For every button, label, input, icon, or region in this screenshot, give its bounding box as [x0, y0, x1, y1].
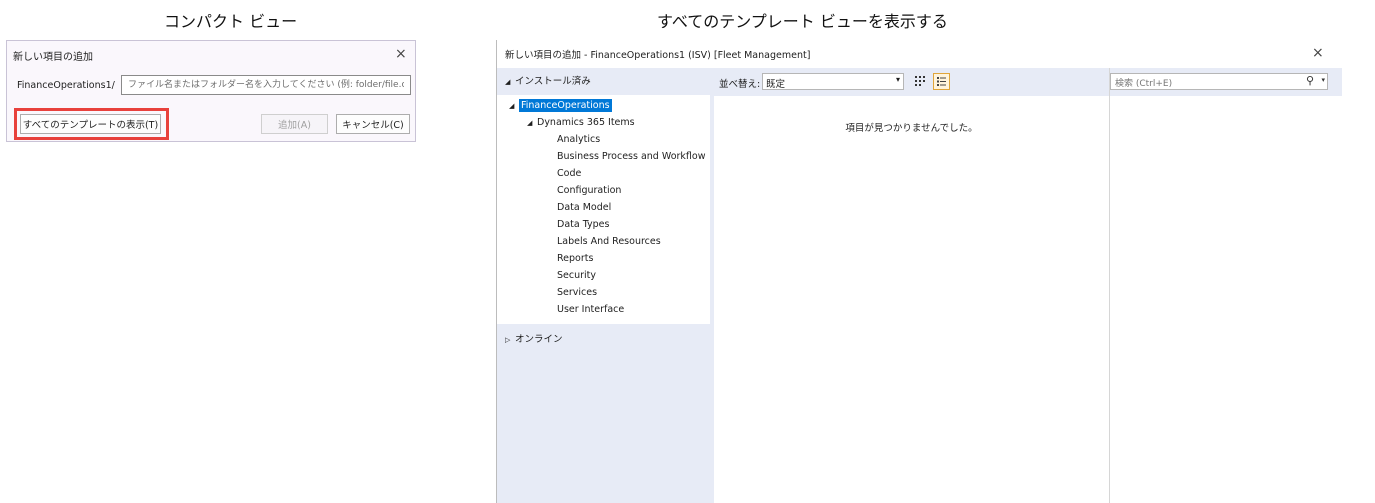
tree-item-user-interface[interactable]: User Interface — [557, 304, 624, 315]
grid-view-icon[interactable] — [912, 73, 929, 90]
close-icon[interactable]: × — [1312, 46, 1324, 60]
online-header[interactable]: ▷ オンライン — [505, 331, 563, 345]
installed-header[interactable]: ◢ インストール済み — [505, 73, 591, 87]
search-placeholder: 検索 (Ctrl+E) — [1115, 79, 1173, 89]
installed-label: インストール済み — [515, 76, 591, 87]
show-all-templates-button[interactable]: すべてのテンプレートの表示(T) — [20, 114, 161, 134]
sort-value: 既定 — [766, 79, 786, 90]
dialog-title: 新しい項目の追加 - FinanceOperations1 (ISV) [Fle… — [505, 50, 811, 61]
close-icon[interactable]: × — [395, 47, 407, 61]
tree-item-reports[interactable]: Reports — [557, 253, 593, 264]
online-label: オンライン — [515, 334, 563, 345]
compact-view-caption: コンパクト ビュー — [164, 12, 298, 31]
tree-group[interactable]: ◢ Dynamics 365 Items — [527, 117, 635, 128]
expanded-icon: ◢ — [527, 119, 533, 127]
sort-dropdown[interactable]: 既定 ▾ — [762, 73, 904, 90]
tree-group-label: Dynamics 365 Items — [537, 117, 635, 128]
search-toolbar: 検索 (Ctrl+E) ⚲ ▾ — [1110, 68, 1342, 96]
collapsed-icon: ▷ — [505, 336, 511, 344]
tree-item-code[interactable]: Code — [557, 168, 581, 179]
template-list-panel: 並べ替え: 既定 ▾ 項目が見つかりませんでした。 — [714, 68, 1109, 503]
add-button[interactable]: 追加(A) — [261, 114, 328, 134]
tree-item-labels[interactable]: Labels And Resources — [557, 236, 661, 247]
compact-add-item-dialog: 新しい項目の追加 × FinanceOperations1/ すべてのテンプレー… — [6, 40, 416, 142]
tree-item-business-process[interactable]: Business Process and Workflow — [557, 151, 705, 162]
category-tree: ◢ FinanceOperations ◢ Dynamics 365 Items A… — [497, 95, 710, 324]
project-prefix-label: FinanceOperations1/ — [17, 80, 115, 91]
cancel-button[interactable]: キャンセル(C) — [336, 114, 410, 134]
no-items-message: 項目が見つかりませんでした。 — [845, 123, 978, 134]
tree-item-analytics[interactable]: Analytics — [557, 134, 600, 145]
expanded-icon: ◢ — [509, 102, 515, 110]
tree-item-data-types[interactable]: Data Types — [557, 219, 609, 230]
file-name-input[interactable] — [121, 75, 411, 95]
dialog-title: 新しい項目の追加 — [13, 52, 93, 63]
tree-item-security[interactable]: Security — [557, 270, 596, 281]
chevron-down-icon: ▾ — [1321, 76, 1325, 84]
sort-label: 並べ替え: — [719, 79, 761, 90]
sort-toolbar: 並べ替え: 既定 ▾ — [714, 68, 1109, 96]
tree-root-label: FinanceOperations — [519, 99, 612, 112]
expanded-icon: ◢ — [505, 78, 511, 86]
tree-root[interactable]: ◢ FinanceOperations — [509, 99, 612, 112]
full-add-item-dialog: 新しい項目の追加 - FinanceOperations1 (ISV) [Fle… — [496, 40, 1342, 503]
chevron-down-icon: ▾ — [895, 75, 900, 84]
full-view-caption: すべてのテンプレート ビューを表示する — [657, 12, 948, 31]
template-category-panel: ◢ インストール済み ◢ FinanceOperations ◢ Dynamics 3… — [497, 68, 714, 503]
tree-item-data-model[interactable]: Data Model — [557, 202, 611, 213]
tree-item-configuration[interactable]: Configuration — [557, 185, 621, 196]
search-input[interactable]: 検索 (Ctrl+E) ⚲ ▾ — [1110, 73, 1328, 90]
search-icon: ⚲ — [1305, 74, 1314, 87]
tree-item-services[interactable]: Services — [557, 287, 597, 298]
list-view-icon[interactable] — [933, 73, 950, 90]
details-panel: 検索 (Ctrl+E) ⚲ ▾ — [1109, 68, 1342, 503]
